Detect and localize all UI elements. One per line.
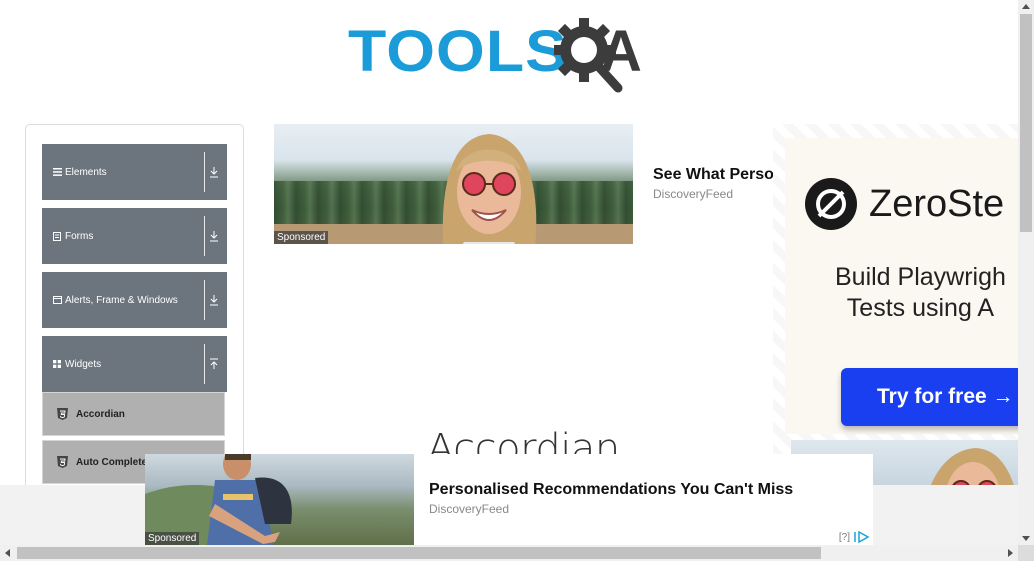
horizontal-scrollbar[interactable] (0, 545, 1018, 561)
group-widgets[interactable]: Widgets (42, 336, 227, 392)
expand-down-icon[interactable] (209, 230, 219, 242)
bottom-ad[interactable]: Sponsored Personalised Recommendations Y… (145, 454, 873, 545)
sponsored-label: Sponsored (145, 532, 200, 545)
hamburger-icon (50, 168, 64, 176)
expand-down-icon[interactable] (209, 294, 219, 306)
right-ad-brand: ZeroSte (805, 178, 1004, 230)
vertical-scroll-thumb[interactable] (1020, 14, 1032, 232)
group-elements[interactable]: Elements (42, 144, 227, 200)
bottom-ad-title[interactable]: Personalised Recommendations You Can't M… (429, 481, 793, 499)
document-icon (50, 231, 64, 241)
expand-down-icon[interactable] (209, 166, 219, 178)
group-label: Alerts, Frame & Windows (65, 294, 178, 306)
bottom-ad-source[interactable]: DiscoveryFeed (429, 502, 509, 516)
zerostep-logo-icon (805, 178, 857, 230)
menu-item-label: Accordian (76, 408, 125, 420)
ad-choices-label: [?] (838, 531, 850, 543)
scroll-right-arrow-icon[interactable] (1008, 549, 1013, 557)
group-label: Widgets (65, 358, 102, 370)
divider (204, 216, 205, 256)
menu-item-accordian[interactable]: Accordian (42, 392, 225, 436)
vertical-scrollbar[interactable] (1018, 0, 1034, 545)
group-alerts-frame-windows[interactable]: Alerts, Frame & Windows (42, 272, 227, 328)
group-label: Forms (65, 230, 94, 242)
right-ad-tagline: Build Playwrigh Tests using A (835, 262, 1006, 324)
divider (204, 152, 205, 192)
logo-text-tools: TOOLS (348, 19, 569, 84)
top-ad-source[interactable]: DiscoveryFeed (653, 187, 733, 201)
ad-choices[interactable]: [?] (839, 531, 871, 543)
right-ad-tagline-line2: Tests using A (846, 294, 995, 322)
smiling-woman-photo (442, 134, 537, 244)
html5-icon (57, 408, 68, 420)
scrollbar-corner (1018, 545, 1034, 561)
scroll-up-arrow-icon[interactable] (1022, 4, 1030, 9)
html5-icon (57, 456, 68, 468)
horizontal-scroll-thumb[interactable] (17, 547, 821, 559)
sponsored-label: Sponsored (274, 231, 329, 244)
window-icon (50, 296, 64, 304)
right-ad-panel: ZeroSte Build Playwrigh Tests using A Tr… (785, 138, 1018, 434)
try-for-free-button[interactable]: Try for free → (841, 368, 1018, 426)
divider (204, 280, 205, 320)
grid-icon (50, 360, 64, 368)
menu-item-label: Auto Complete (76, 456, 148, 468)
scroll-down-arrow-icon[interactable] (1022, 536, 1030, 541)
right-ad-tagline-line1: Build Playwrigh (835, 263, 1006, 291)
divider (204, 344, 205, 384)
bottom-ad-photo: Sponsored (145, 454, 414, 545)
page-viewport: TOOLS A Elements Forms Alerts, Frame & W… (0, 0, 1018, 545)
top-ad-image[interactable]: Sponsored (274, 124, 633, 244)
group-forms[interactable]: Forms (42, 208, 227, 264)
top-ad-title[interactable]: See What Perso (653, 166, 773, 184)
scroll-left-arrow-icon[interactable] (5, 549, 10, 557)
toolsqa-logo[interactable]: TOOLS A (348, 14, 673, 93)
right-ad-brand-name: ZeroSte (869, 182, 1005, 225)
collapse-up-icon[interactable] (209, 358, 219, 370)
adchoices-icon (854, 531, 870, 543)
group-label: Elements (65, 166, 107, 178)
logo-text-qa: A (600, 19, 642, 84)
